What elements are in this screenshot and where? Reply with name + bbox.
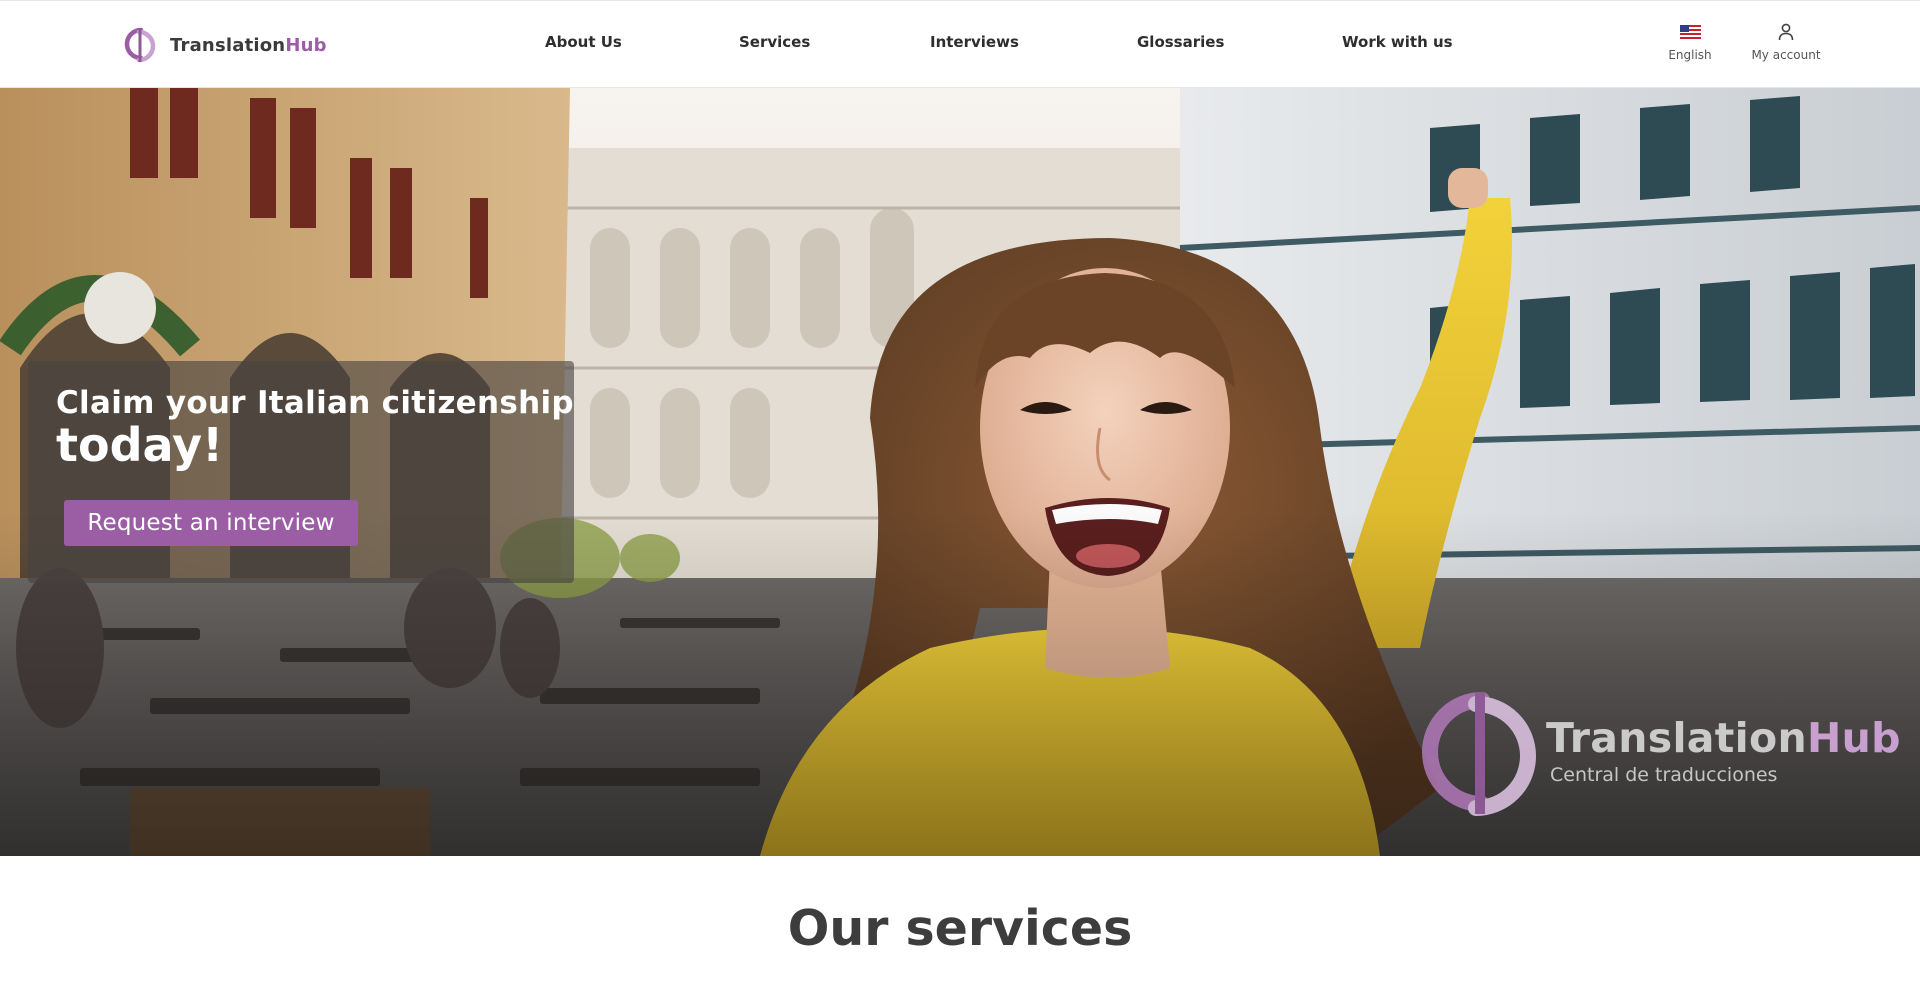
nav-glossaries[interactable]: Glossaries bbox=[1137, 33, 1224, 51]
site-header: TranslationHub About Us Services Intervi… bbox=[0, 0, 1920, 88]
my-account-link[interactable]: My account bbox=[1749, 23, 1823, 62]
hero-watermark-logo: TranslationHub Central de traducciones bbox=[1420, 688, 1900, 813]
watermark-tagline: Central de traducciones bbox=[1550, 764, 1778, 786]
nav-work-with-us[interactable]: Work with us bbox=[1342, 33, 1453, 51]
watermark-name-part1: Translation bbox=[1546, 714, 1807, 762]
language-label: English bbox=[1668, 48, 1712, 62]
main-nav: About Us Services Interviews Glossaries … bbox=[0, 33, 1920, 57]
watermark-brand-name: TranslationHub bbox=[1546, 714, 1901, 762]
hero-cta-card: Claim your Italian citizenship today! Re… bbox=[28, 361, 574, 583]
watermark-name-part2: Hub bbox=[1806, 714, 1901, 762]
nav-about-us[interactable]: About Us bbox=[545, 33, 622, 51]
request-interview-button[interactable]: Request an interview bbox=[64, 500, 358, 546]
us-flag-icon bbox=[1679, 23, 1701, 41]
user-icon bbox=[1778, 23, 1794, 41]
account-label: My account bbox=[1751, 48, 1821, 62]
hero-headline: Claim your Italian citizenship bbox=[56, 385, 574, 421]
language-selector[interactable]: English bbox=[1663, 23, 1717, 62]
hero-headline-emphasis: today! bbox=[56, 418, 224, 472]
hero-banner: Claim your Italian citizenship today! Re… bbox=[0, 88, 1920, 856]
nav-services[interactable]: Services bbox=[739, 33, 810, 51]
services-section-title: Our services bbox=[787, 900, 1133, 957]
nav-interviews[interactable]: Interviews bbox=[930, 33, 1019, 51]
